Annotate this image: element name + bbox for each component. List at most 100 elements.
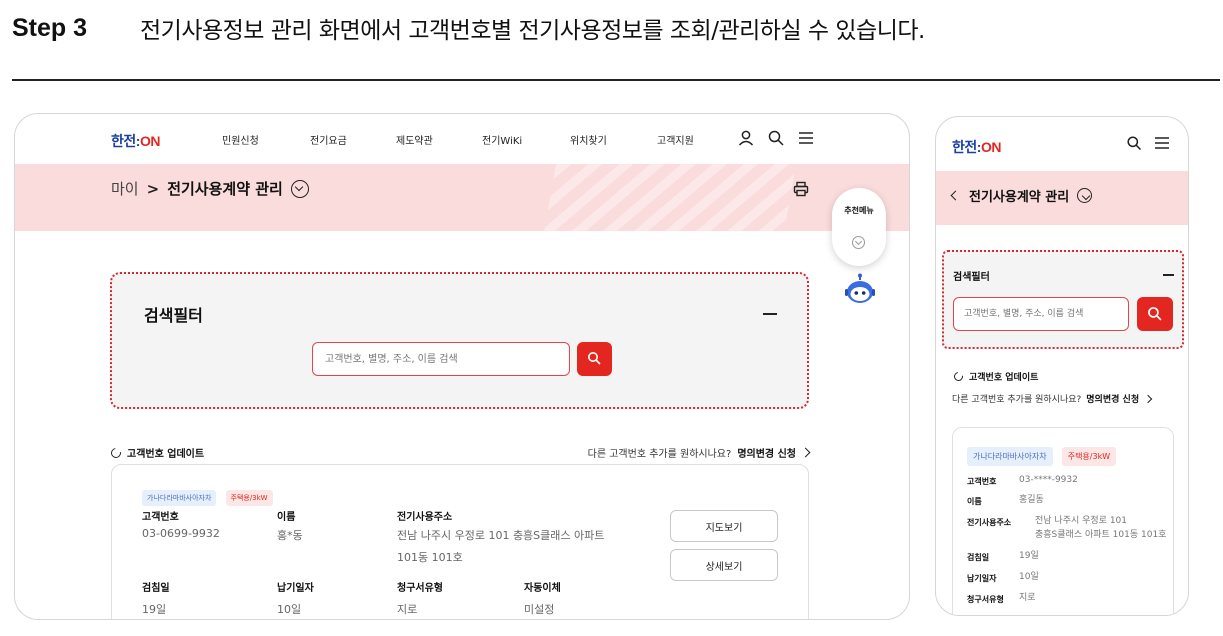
page-title: 전기사용계약 관리	[167, 180, 283, 198]
logo-prefix: 한전:	[111, 133, 140, 149]
customer-card: 가나다라마바사아자차 주택용/3kW 고객번호 03-0699-9932 이름 …	[111, 464, 809, 619]
detail-view-button[interactable]: 상세보기	[670, 549, 778, 581]
due-value: 10일	[277, 603, 302, 616]
update-label: 고객번호 업데이트	[969, 373, 1039, 383]
name-label: 이름	[277, 512, 296, 523]
back-icon[interactable]	[950, 190, 961, 201]
nav-item-civil[interactable]: 민원신청	[222, 132, 259, 147]
refresh-icon	[109, 445, 123, 460]
nav-item-bill[interactable]: 전기요금	[310, 132, 347, 147]
desktop-nav: 한전:ON 민원신청 전기요금 제도약관 전기WiKi 위치찾기 고객지원	[15, 114, 909, 164]
print-icon[interactable]	[793, 181, 809, 197]
page-title-band: 마이 > 전기사용계약 관리	[15, 164, 909, 231]
address-line2: 101동 101호	[397, 551, 463, 564]
autopay-value: 미설정	[524, 603, 555, 616]
step-label: Step 3	[12, 13, 88, 42]
chevron-down-icon[interactable]	[290, 179, 309, 198]
logo-prefix: 한전:	[952, 139, 981, 155]
meter-day-label: 검침일	[967, 553, 990, 562]
step-header: Step 3 전기사용정보 관리 화면에서 고객번호별 전기사용정보를 조회/관…	[12, 8, 925, 48]
badge-group: 가나다라마바사아자차 주택용/3kW	[142, 485, 277, 506]
search-button[interactable]	[1137, 297, 1173, 331]
due-label: 납기일자	[277, 583, 314, 594]
customer-no-value: 03-****-9932	[1019, 475, 1078, 485]
customer-update-link[interactable]: 고객번호 업데이트	[952, 370, 1039, 383]
ask-text: 다른 고객번호 추가를 원하시나요?	[587, 449, 732, 460]
chevron-right-icon	[800, 447, 811, 458]
contract-type-badge: 주택용/3kW	[1061, 447, 1117, 466]
ask-text: 다른 고객번호 추가를 원하시나요?	[952, 395, 1082, 405]
breadcrumb: 전기사용계약 관리	[950, 186, 1093, 205]
meter-day-value: 19일	[1019, 551, 1039, 561]
customer-update-link[interactable]: 고객번호 업데이트	[109, 445, 205, 460]
logo-on: ON	[980, 139, 1002, 155]
address-line2: 충흥S클래스 아파트 101동 101호	[1035, 530, 1167, 540]
search-button[interactable]	[577, 342, 612, 376]
badge-group: 가나다라마바사아자차 주택용/3kW	[967, 444, 1120, 466]
name-value: 홍*동	[277, 529, 303, 542]
map-view-button[interactable]: 지도보기	[670, 510, 778, 542]
step-description: 전기사용정보 관리 화면에서 고객번호별 전기사용정보를 조회/관리하실 수 있…	[140, 18, 925, 44]
ownership-change-link[interactable]: 명의변경 신청	[737, 445, 796, 460]
search-icon[interactable]	[767, 129, 785, 147]
page-title: 전기사용계약 관리	[969, 190, 1070, 205]
customer-no-label: 고객번호	[967, 477, 997, 486]
due-value: 10일	[1019, 572, 1039, 582]
address-label: 전기사용주소	[397, 512, 453, 523]
ownership-change-prompt: 다른 고객번호 추가를 원하시나요? 명의변경 신청	[587, 445, 811, 460]
nav-item-policy[interactable]: 제도약관	[396, 132, 433, 147]
nav-item-location[interactable]: 위치찾기	[570, 132, 607, 147]
filter-title: 검색필터	[144, 306, 203, 325]
user-icon[interactable]	[737, 129, 755, 147]
nickname-badge: 가나다라마바사아자차	[967, 447, 1053, 466]
chatbot-robot-icon[interactable]	[844, 273, 876, 307]
chevron-down-icon	[852, 236, 865, 249]
search-icon[interactable]	[1126, 135, 1142, 151]
due-label: 납기일자	[967, 574, 997, 583]
recommended-menu-label: 추천메뉴	[844, 206, 874, 215]
bill-type-value: 지로	[397, 603, 418, 616]
search-input[interactable]	[312, 342, 570, 376]
address-line1: 전남 나주시 우정로 101 충흥S클래스 아파트	[397, 529, 605, 542]
search-filter-panel: 검색필터	[942, 250, 1184, 349]
ownership-change-link[interactable]: 명의변경 신청	[1086, 392, 1139, 405]
meter-day-label: 검침일	[142, 583, 170, 594]
refresh-icon	[952, 370, 965, 383]
search-input[interactable]	[953, 297, 1129, 331]
kepco-logo[interactable]: 한전:ON	[952, 137, 1001, 157]
menu-icon[interactable]	[797, 129, 815, 147]
address-label: 전기사용주소	[967, 518, 1012, 527]
chevron-right-icon	[1143, 394, 1153, 403]
search-filter-panel: 검색필터	[110, 272, 809, 409]
breadcrumb-separator-icon: >	[146, 179, 160, 198]
filter-title: 검색필터	[953, 272, 990, 283]
collapse-icon[interactable]	[1163, 274, 1174, 276]
meter-day-value: 19일	[142, 603, 167, 616]
breadcrumb-home[interactable]: 마이	[111, 178, 139, 199]
menu-icon[interactable]	[1154, 136, 1170, 150]
kepco-logo[interactable]: 한전:ON	[111, 131, 160, 151]
collapse-icon[interactable]	[763, 313, 777, 315]
name-value: 홍길동	[1019, 495, 1044, 505]
contract-type-badge: 주택용/3kW	[225, 490, 273, 506]
nav-item-wiki[interactable]: 전기WiKi	[482, 132, 522, 147]
recommended-menu-button[interactable]: 추천메뉴	[832, 188, 886, 266]
update-label: 고객번호 업데이트	[127, 449, 205, 460]
nav-item-support[interactable]: 고객지원	[657, 132, 694, 147]
desktop-screen: 한전:ON 민원신청 전기요금 제도약관 전기WiKi 위치찾기 고객지원 마이…	[14, 113, 910, 620]
breadcrumb: 마이 > 전기사용계약 관리	[111, 178, 309, 199]
customer-card[interactable]: 가나다라마바사아자차 주택용/3kW 고객번호 03-****-9932 이름 …	[952, 427, 1174, 615]
search-icon	[1148, 307, 1162, 321]
autopay-label: 자동이체	[524, 583, 561, 594]
search-icon	[588, 352, 601, 365]
chevron-down-icon[interactable]	[1077, 188, 1093, 203]
bill-type-label: 청구서유형	[397, 583, 443, 594]
nickname-badge: 가나다라마바사아자차	[142, 490, 217, 506]
page-title-band: 전기사용계약 관리	[936, 171, 1188, 225]
ownership-change-prompt: 다른 고객번호 추가를 원하시나요? 명의변경 신청	[952, 392, 1153, 405]
bill-type-label: 청구서유형	[967, 595, 1004, 604]
customer-no-label: 고객번호	[142, 512, 179, 523]
bill-type-value: 지로	[1019, 593, 1036, 603]
name-label: 이름	[967, 497, 982, 506]
customer-no-value: 03-0699-9932	[142, 527, 220, 540]
